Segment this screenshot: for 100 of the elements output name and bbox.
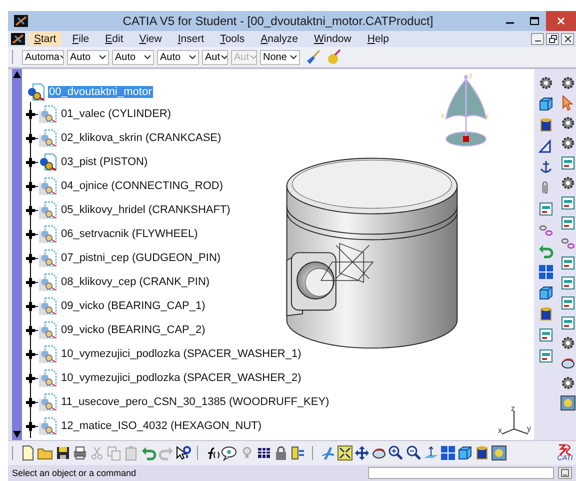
gear-icon[interactable]: [560, 375, 576, 391]
tree-node[interactable]: 05_klikovy_hridel (CRANKSHAFT): [60, 204, 232, 216]
gear-icon[interactable]: [560, 175, 576, 191]
dropdown[interactable]: Automa: [22, 50, 64, 64]
lock-icon[interactable]: [273, 445, 289, 461]
dropdown[interactable]: Auto: [157, 50, 199, 64]
multi-view-icon[interactable]: [538, 264, 554, 280]
scroll-up-icon[interactable]: [13, 71, 21, 78]
arrow-cursor-icon[interactable]: [560, 95, 576, 111]
sheet-icon[interactable]: [560, 275, 576, 291]
axis-label: y: [527, 425, 531, 433]
tree-scrollbar[interactable]: [8, 69, 22, 440]
menu-item[interactable]: File: [67, 32, 94, 46]
tree-node[interactable]: 07_pistni_cep (GUDGEON_PIN): [60, 252, 222, 264]
close-button[interactable]: [546, 11, 576, 31]
sheet-icon[interactable]: [560, 155, 576, 171]
cylinder-icon[interactable]: [538, 117, 554, 133]
dropdown[interactable]: Auto: [112, 50, 154, 64]
tree-node[interactable]: 10_vymezujici_podlozka (SPACER_WASHER_2): [60, 372, 302, 384]
undo-icon[interactable]: [538, 243, 554, 259]
expand-icon[interactable]: [26, 206, 35, 214]
normal-view-icon[interactable]: [422, 445, 439, 461]
cylinder-icon[interactable]: [538, 306, 554, 322]
fit-all-icon[interactable]: [336, 445, 353, 461]
dropdown[interactable]: None: [260, 50, 300, 64]
swap-visible-icon[interactable]: [560, 395, 576, 411]
child-restore-button[interactable]: [546, 33, 559, 45]
help-icon[interactable]: [174, 445, 191, 461]
zoom-out-icon[interactable]: [406, 445, 422, 461]
tree-node[interactable]: 08_klikovy_cep (CRANK_PIN): [60, 276, 211, 288]
expand-icon[interactable]: [26, 254, 35, 262]
menu-item[interactable]: Edit: [100, 32, 128, 46]
dropdown[interactable]: Aut: [202, 50, 228, 64]
expand-icon[interactable]: [26, 158, 35, 166]
clipboard-icon[interactable]: [123, 445, 140, 461]
tree-node[interactable]: 01_valec (CYLINDER): [60, 108, 172, 120]
gear-icon[interactable]: [560, 75, 576, 91]
tree-node[interactable]: 02_klikova_skrin (CRANKCASE): [60, 132, 222, 144]
expand-icon[interactable]: [26, 230, 35, 238]
sheet-icon[interactable]: [560, 215, 576, 231]
menu-item[interactable]: Insert: [172, 32, 210, 46]
expand-icon[interactable]: [26, 398, 35, 406]
tree-node[interactable]: 06_setrvacnik (FLYWHEEL): [60, 228, 199, 240]
sheet-icon[interactable]: [560, 295, 576, 311]
gear-icon[interactable]: [560, 115, 576, 131]
command-field[interactable]: [368, 467, 554, 479]
expand-icon[interactable]: [26, 302, 35, 310]
tree-node[interactable]: 04_ojnice (CONNECTING_ROD): [60, 180, 224, 192]
expand-icon[interactable]: [26, 110, 35, 118]
sheet-icon[interactable]: [560, 195, 576, 211]
menu-item[interactable]: Start: [29, 32, 62, 46]
sphere-wand-icon[interactable]: [326, 49, 342, 65]
multi-view-icon[interactable]: [440, 445, 456, 461]
menu-item[interactable]: Tools: [215, 32, 250, 46]
sheet-icon[interactable]: [538, 348, 554, 364]
expand-icon[interactable]: [26, 326, 35, 334]
expand-icon[interactable]: [26, 182, 35, 190]
cube-icon[interactable]: [457, 445, 474, 461]
expand-icon[interactable]: [26, 422, 35, 430]
expand-icon[interactable]: [26, 134, 35, 142]
tree-node[interactable]: 10_vymezujici_podlozka (SPACER_WASHER_1): [60, 348, 302, 360]
dropdown[interactable]: Auto: [67, 50, 109, 64]
child-close-button[interactable]: [561, 33, 574, 45]
speech-bubble-icon[interactable]: [221, 445, 238, 461]
gear-icon[interactable]: [560, 135, 576, 151]
tree-node[interactable]: 09_vicko (BEARING_CAP_1): [60, 300, 206, 312]
tree-node[interactable]: 09_vicko (BEARING_CAP_2): [60, 324, 206, 336]
table-icon[interactable]: [256, 445, 272, 461]
new-file-icon[interactable]: [20, 445, 36, 461]
scroll-down-icon[interactable]: [13, 431, 21, 438]
child-minimize-button[interactable]: [531, 33, 544, 45]
expand-icon[interactable]: [26, 374, 35, 382]
menu-item[interactable]: Window: [308, 32, 356, 46]
menu-item[interactable]: Help: [362, 32, 394, 46]
zoom-in-icon[interactable]: [388, 445, 404, 461]
printer-icon[interactable]: [72, 445, 88, 461]
list-icon[interactable]: [290, 445, 306, 461]
tree-node[interactable]: 12_matice_ISO_4032 (HEXAGON_NUT): [60, 420, 263, 432]
cube-icon[interactable]: [538, 285, 554, 301]
sheet-icon[interactable]: [538, 201, 554, 217]
sheet-icon[interactable]: [560, 315, 576, 331]
menu-item[interactable]: View: [134, 32, 167, 46]
gear-icon[interactable]: [538, 75, 554, 91]
command-button[interactable]: [558, 467, 572, 479]
expand-icon[interactable]: [26, 278, 35, 286]
undo-icon[interactable]: [140, 445, 156, 461]
swap-visible-icon[interactable]: [491, 445, 508, 461]
cube-icon[interactable]: [538, 96, 554, 112]
tree-node[interactable]: 11_usecove_pero_CSN_30_1385 (WOODRUFF_KEY): [60, 396, 330, 408]
gear-icon[interactable]: [560, 335, 576, 351]
pan-icon[interactable]: [354, 445, 370, 461]
triangle-icon[interactable]: [538, 138, 554, 154]
cylinder-icon[interactable]: [474, 445, 490, 461]
brush-icon[interactable]: [305, 49, 321, 65]
sheet-icon[interactable]: [538, 327, 554, 343]
anchor-icon[interactable]: [538, 159, 554, 175]
menu-item[interactable]: Analyze: [256, 32, 303, 46]
expand-icon[interactable]: [26, 350, 35, 358]
tree-node[interactable]: 03_pist (PISTON): [60, 156, 149, 168]
sheet-icon[interactable]: [560, 255, 576, 271]
